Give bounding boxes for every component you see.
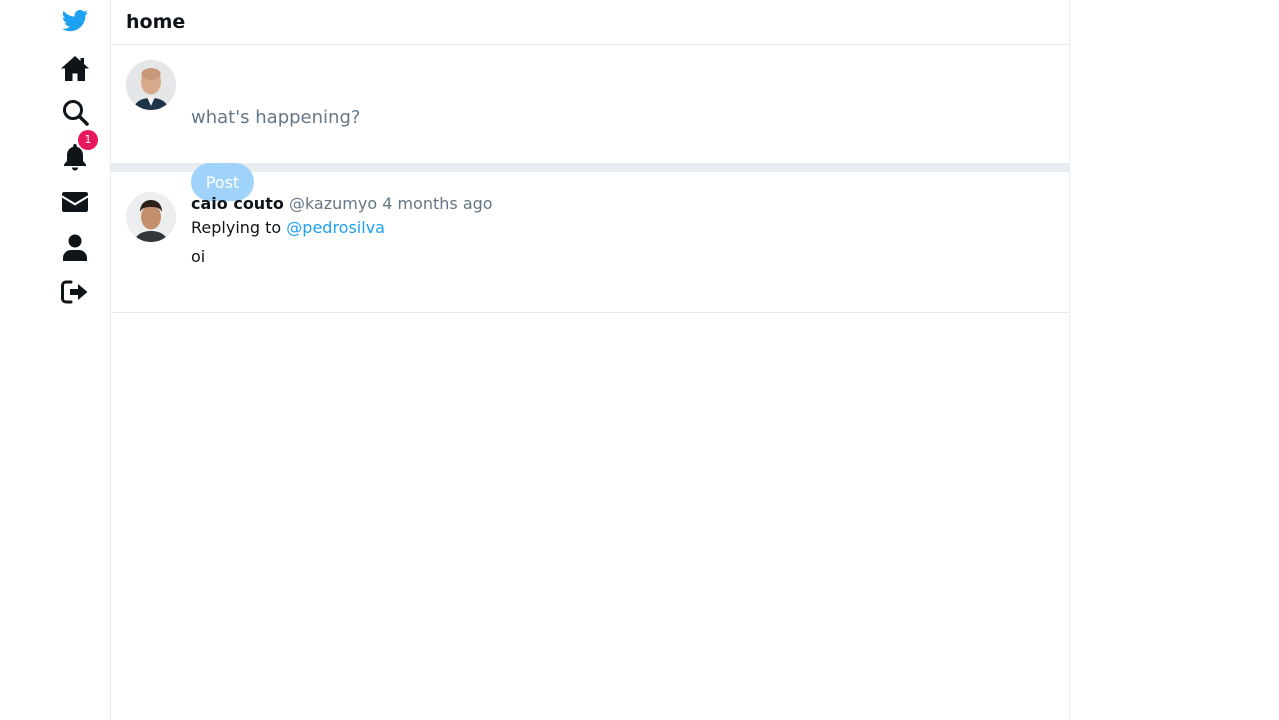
avatar-caio-image xyxy=(126,192,176,242)
nav-logout[interactable] xyxy=(52,272,98,312)
home-icon xyxy=(61,55,89,81)
logout-icon xyxy=(61,280,88,304)
envelope-icon xyxy=(62,192,88,212)
tweet-header: caio couto @kazumyo 4 months ago xyxy=(191,192,493,216)
avatar-pedro-image xyxy=(126,60,176,110)
main-timeline: home Post caio couto xyxy=(110,0,1070,720)
reply-prefix: Replying to xyxy=(191,218,282,237)
notification-badge: 1 xyxy=(78,130,98,150)
nav-messages[interactable] xyxy=(52,182,98,222)
page-header: home xyxy=(111,0,1069,45)
user-icon xyxy=(63,234,87,261)
composer-input[interactable] xyxy=(191,107,691,128)
search-icon xyxy=(62,99,89,126)
tweet-item[interactable]: caio couto @kazumyo 4 months ago Replyin… xyxy=(111,172,1069,313)
nav-home[interactable] xyxy=(52,48,98,88)
author-name[interactable]: caio couto xyxy=(191,194,284,213)
tweet-text: oi xyxy=(191,247,206,266)
nav-search[interactable] xyxy=(52,92,98,132)
bird-logo-icon xyxy=(61,10,88,32)
sidebar-nav: 1 xyxy=(52,0,98,720)
reply-mention-link[interactable]: @pedrosilva xyxy=(286,218,385,237)
reply-line: Replying to @pedrosilva xyxy=(191,216,385,240)
author-handle[interactable]: @kazumyo xyxy=(289,194,377,213)
nav-logo[interactable] xyxy=(52,2,98,42)
nav-notifications[interactable]: 1 xyxy=(52,130,98,177)
avatar[interactable] xyxy=(126,192,176,242)
tweet-timestamp[interactable]: 4 months ago xyxy=(382,194,492,213)
tweet-composer: Post xyxy=(111,45,1069,201)
avatar xyxy=(126,60,176,110)
nav-profile[interactable] xyxy=(52,227,98,267)
page-title: home xyxy=(126,11,186,33)
